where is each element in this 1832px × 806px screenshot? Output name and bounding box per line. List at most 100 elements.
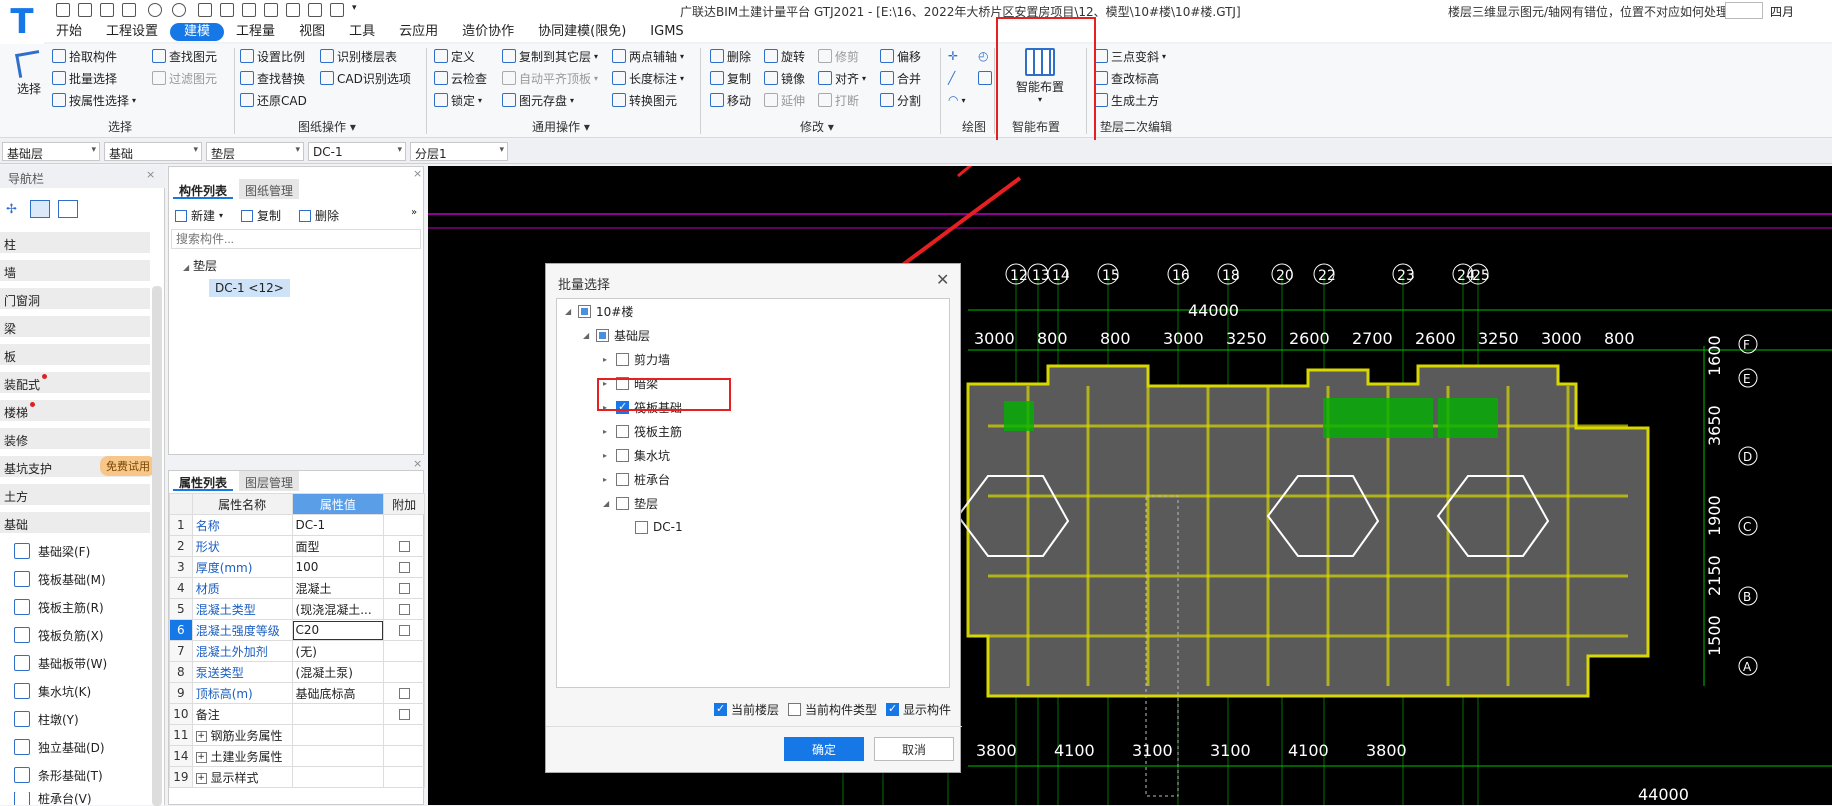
- expand-plus-icon[interactable]: +: [195, 730, 207, 742]
- nav-cat-column[interactable]: 柱: [0, 232, 150, 254]
- option-checkbox[interactable]: [714, 702, 727, 716]
- nav-cat-pit-support[interactable]: 基坑支护 免费试用: [0, 456, 156, 478]
- save-as-icon[interactable]: [122, 3, 136, 17]
- menu-modeling[interactable]: 建模: [170, 23, 225, 41]
- auto-align-slab-button[interactable]: 自动平齐顶板 ▾: [502, 68, 598, 88]
- menu-cloud[interactable]: 云应用: [387, 23, 450, 41]
- new-file-icon[interactable]: [56, 3, 70, 17]
- tree-node-pile-cap[interactable]: ▸ 桩承台: [603, 469, 670, 489]
- save-icon[interactable]: [100, 3, 114, 17]
- table-row[interactable]: 8 泵送类型 (混凝土泵): [169, 661, 425, 683]
- table-row[interactable]: 7 混凝土外加剂 (无): [169, 640, 425, 662]
- nav-item-pile-cap[interactable]: 桩承台(V): [14, 792, 154, 805]
- delete-button[interactable]: 删除: [710, 46, 751, 66]
- tree-node-shear-wall[interactable]: ▸ 剪力墙: [603, 349, 670, 369]
- draw-rotate-point-button[interactable]: ◴: [978, 46, 988, 66]
- nav-cat-wall[interactable]: 墙: [0, 260, 150, 282]
- expand-plus-icon[interactable]: +: [195, 772, 207, 784]
- copy-button[interactable]: 复制: [710, 68, 751, 88]
- move-button[interactable]: 移动: [710, 90, 751, 110]
- batch-select-button[interactable]: 批量选择: [52, 68, 117, 88]
- option-checkbox[interactable]: [788, 703, 801, 716]
- expand-arrow-icon[interactable]: ◢: [565, 307, 573, 316]
- draw-rect-button[interactable]: [978, 68, 992, 88]
- append-checkbox[interactable]: [398, 709, 410, 720]
- tree-checkbox[interactable]: [616, 472, 629, 486]
- restore-cad-button[interactable]: 还原CAD: [240, 90, 307, 110]
- nav-cat-opening[interactable]: 门窗洞: [0, 288, 150, 310]
- draw-line-button[interactable]: ╱: [948, 68, 955, 88]
- tree-node-dc1[interactable]: DC-1: [635, 517, 683, 537]
- nav-item-foundation-beam[interactable]: 基础梁(F): [14, 540, 154, 562]
- tree-node-building[interactable]: ◢ 10#楼: [565, 301, 633, 321]
- copy-to-other-floor-button[interactable]: 复制到其它层 ▾: [502, 46, 598, 66]
- menu-view[interactable]: 视图: [287, 23, 337, 41]
- convert-element-button[interactable]: 转换图元: [612, 90, 677, 110]
- nav-item-raft-main-rebar[interactable]: 筏板主筋(R): [14, 596, 154, 618]
- break-button[interactable]: 打断: [818, 90, 859, 110]
- general-ops-label[interactable]: 通用操作 ▾: [532, 118, 590, 135]
- nav-cat-prefab[interactable]: 装配式: [0, 372, 150, 394]
- nav-cat-decoration[interactable]: 装修: [0, 428, 150, 450]
- option-checkbox[interactable]: [886, 702, 899, 716]
- three-point-slope-button[interactable]: 三点变斜 ▾: [1094, 46, 1166, 66]
- collapse-arrow-icon[interactable]: ▸: [603, 475, 611, 484]
- drawing-ops-label[interactable]: 图纸操作 ▾: [298, 118, 356, 135]
- align-button[interactable]: 对齐 ▾: [818, 68, 866, 88]
- table-row[interactable]: 3 厚度(mm) 100: [169, 556, 425, 578]
- collapse-arrow-icon[interactable]: ▸: [603, 451, 611, 460]
- define-button[interactable]: 定义: [434, 46, 475, 66]
- toolbar-more-icon[interactable]: »: [411, 207, 417, 218]
- table-row[interactable]: 19 + 显示样式: [169, 766, 425, 788]
- tree-node-dc1[interactable]: DC-1 <12>: [209, 279, 290, 297]
- nav-cat-beam[interactable]: 梁: [0, 316, 150, 338]
- nav-item-raft-foundation[interactable]: 筏板基础(M): [14, 568, 154, 590]
- table-row[interactable]: 2 形状 面型: [169, 535, 425, 557]
- nav-detail-view-icon[interactable]: [58, 200, 78, 218]
- help-search-icon[interactable]: [1725, 2, 1763, 19]
- collapse-arrow-icon[interactable]: ▸: [603, 427, 611, 436]
- expand-arrow-icon[interactable]: ◢: [603, 499, 611, 508]
- cloud-check-button[interactable]: 云检查: [434, 68, 487, 88]
- ok-button[interactable]: 确定: [784, 737, 864, 761]
- option-current-type[interactable]: 当前构件类型: [788, 701, 877, 718]
- table-row[interactable]: 5 混凝土类型 (现浇混凝土...: [169, 598, 425, 620]
- nav-item-strip-footing[interactable]: 条形基础(T): [14, 764, 154, 786]
- props-close-icon[interactable]: ×: [413, 457, 422, 470]
- save-element-button[interactable]: 图元存盘 ▾: [502, 90, 574, 110]
- append-checkbox[interactable]: [398, 541, 410, 552]
- menu-tools[interactable]: 工具: [337, 23, 387, 41]
- menu-cost-collab[interactable]: 造价协作: [450, 23, 526, 41]
- collapse-arrow-icon[interactable]: ▸: [603, 355, 611, 364]
- new-component-button[interactable]: 新建 ▾: [175, 207, 223, 224]
- nav-item-isolated-footing[interactable]: 独立基础(D): [14, 736, 154, 758]
- floor-combo[interactable]: 基础层: [2, 142, 100, 161]
- tab-drawing-management[interactable]: 图纸管理: [239, 179, 300, 199]
- tree-node-cushion[interactable]: ◢ 垫层: [603, 493, 658, 513]
- rotate-button[interactable]: 旋转: [764, 46, 805, 66]
- quick-access-more-icon[interactable]: ▾: [352, 3, 366, 17]
- nav-item-raft-neg-rebar[interactable]: 筏板负筋(X): [14, 624, 154, 646]
- identify-floor-table-button[interactable]: 识别楼层表: [320, 46, 397, 66]
- two-point-axis-button[interactable]: 两点辅轴 ▾: [612, 46, 684, 66]
- tab-component-list[interactable]: 构件列表: [173, 179, 234, 199]
- append-checkbox[interactable]: [398, 604, 410, 615]
- expand-arrow-icon[interactable]: ◢: [583, 331, 591, 340]
- check-elevation-button[interactable]: 查改标高: [1094, 68, 1159, 88]
- undo-icon[interactable]: [148, 3, 162, 17]
- draw-arc-button[interactable]: ◠ ▾: [948, 90, 966, 110]
- tree-node-cushion[interactable]: ◢ 垫层: [183, 257, 217, 274]
- nav-close-icon[interactable]: ×: [146, 168, 155, 181]
- tree-node-sump-pit[interactable]: ▸ 集水坑: [603, 445, 670, 465]
- paste-icon[interactable]: [308, 3, 322, 17]
- length-dimension-button[interactable]: 长度标注 ▾: [612, 68, 684, 88]
- copy-component-button[interactable]: 复制: [241, 207, 281, 224]
- menu-collab-modeling[interactable]: 协同建模(限免): [526, 23, 638, 41]
- cancel-button[interactable]: 取消: [874, 737, 954, 761]
- tree-checkbox[interactable]: [616, 496, 629, 510]
- pick-component-button[interactable]: 拾取构件: [52, 46, 117, 66]
- generate-earthwork-button[interactable]: 生成土方: [1094, 90, 1159, 110]
- table-row[interactable]: 1 名称 DC-1: [169, 514, 425, 536]
- extend-button[interactable]: 延伸: [764, 90, 805, 110]
- table-row[interactable]: 14 + 土建业务属性: [169, 745, 425, 767]
